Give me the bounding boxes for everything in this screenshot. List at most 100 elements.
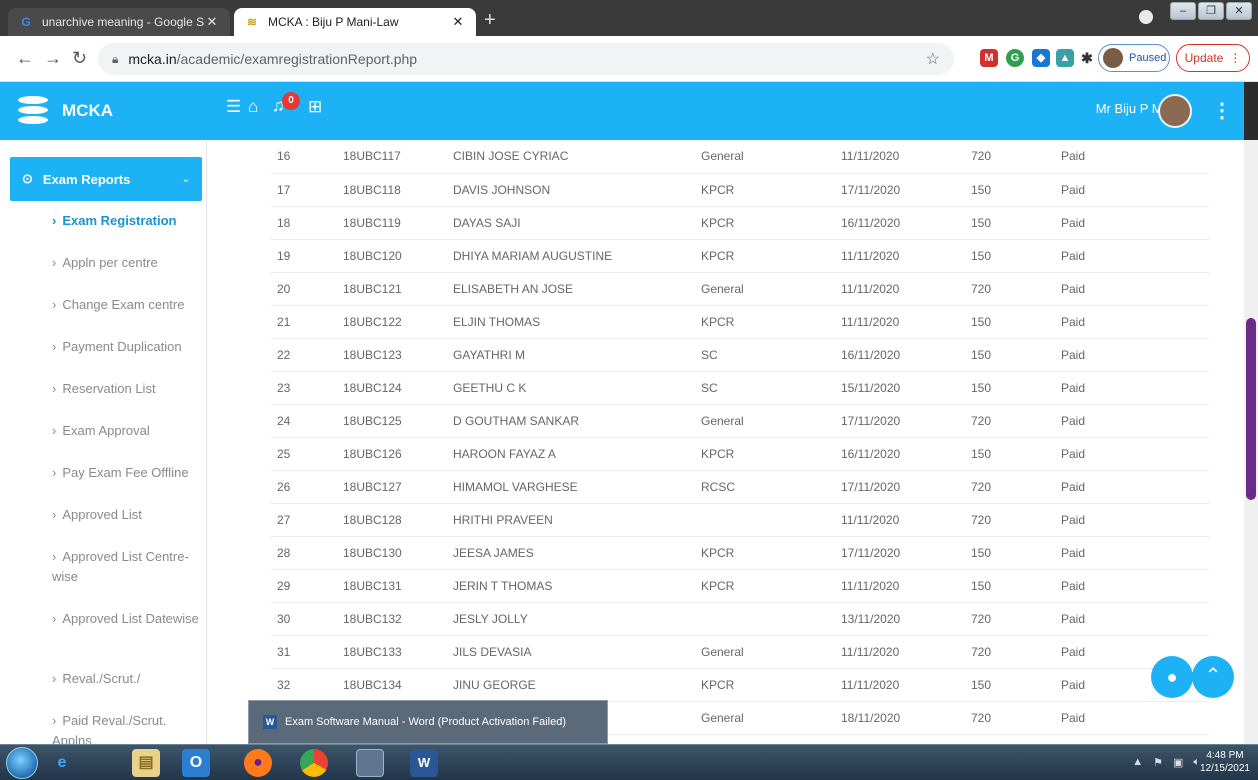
payment-status: Paid: [1061, 371, 1209, 405]
minimize-button[interactable]: –: [1170, 2, 1196, 20]
student-name: D GOUTHAM SANKAR: [453, 404, 701, 438]
maximize-button[interactable]: ❐: [1198, 2, 1224, 20]
payment-date: 11/11/2020: [841, 635, 971, 669]
firefox-icon[interactable]: ●: [244, 749, 272, 777]
payment-status: Paid: [1061, 437, 1209, 471]
more-vert-icon[interactable]: ⋮: [1212, 98, 1232, 123]
tab-google-search[interactable]: G unarchive meaning - Google Sea ✕: [8, 8, 230, 36]
new-tab-button[interactable]: +: [484, 10, 496, 30]
payment-date: 11/11/2020: [841, 239, 971, 273]
forward-arrow-icon[interactable]: →: [44, 49, 62, 67]
chat-icon[interactable]: ●: [1151, 656, 1193, 698]
page-scrollbar[interactable]: [1244, 140, 1258, 744]
chevron-right-icon: ›: [52, 611, 57, 626]
word-taskbar-icon[interactable]: W: [410, 749, 438, 777]
file-explorer-icon[interactable]: ▤: [132, 749, 160, 777]
extension-grammarly-icon[interactable]: G: [1006, 49, 1024, 67]
sidebar-item-paid-reval-scrut[interactable]: › Paid Reval./Scrut. Applns: [52, 711, 202, 744]
sidebar-item-exam-registration[interactable]: › Exam Registration: [52, 211, 202, 231]
user-avatar[interactable]: [1158, 94, 1192, 128]
bookmark-star-icon[interactable]: ☆: [926, 49, 940, 69]
student-name: JINU GEORGE: [453, 668, 701, 702]
tray-flag-icon[interactable]: ⚑: [1153, 756, 1163, 769]
browser-toolbar: ← → ↻ 🔒︎ mcka.in/academic/examregistrati…: [0, 36, 1258, 82]
register-number: 18UBC121: [343, 272, 453, 306]
fee-amount: 150: [971, 338, 1061, 372]
sidebar-item-label: Change Exam centre: [62, 297, 185, 312]
sidebar-item-pay-exam-fee-offline[interactable]: › Pay Exam Fee Offline: [52, 463, 202, 483]
sidebar-item-label: Paid Reval./Scrut. Applns: [52, 713, 167, 744]
fee-amount: 720: [971, 272, 1061, 306]
extension-drive-icon[interactable]: ▲: [1056, 49, 1074, 67]
fee-amount: 150: [971, 569, 1061, 603]
sidebar-section-exam-reports[interactable]: ⊙ Exam Reports ⌄: [10, 157, 202, 201]
close-tab-icon[interactable]: ✕: [450, 14, 466, 30]
chrome-active-icon[interactable]: [356, 749, 384, 777]
sidebar-item-approved-list-centre-wise[interactable]: › Approved List Centre-wise: [52, 547, 202, 587]
category: KPCR: [701, 437, 841, 471]
sidebar-item-label: Pay Exam Fee Offline: [62, 465, 189, 480]
outlook-icon[interactable]: O: [182, 749, 210, 777]
registration-report: 16 18UBC117 CIBIN JOSE CYRIAC General 11/11/…: [207, 140, 1244, 744]
url-path: /academic/examregistrationReport.php: [176, 51, 418, 67]
sidebar-item-change-exam-centre[interactable]: › Change Exam centre: [52, 295, 202, 315]
payment-date: 17/11/2020: [841, 173, 971, 207]
category: General: [701, 701, 841, 735]
table-row: 24 18UBC125 D GOUTHAM SANKAR General 17/11/2…: [271, 404, 1209, 438]
address-bar[interactable]: 🔒︎ mcka.in/academic/examregistrationRepo…: [98, 43, 954, 75]
sidebar-item-approved-list-datewise[interactable]: › Approved List Datewise: [52, 609, 202, 629]
tray-network-icon[interactable]: ▣: [1173, 756, 1183, 769]
scroll-to-top-button[interactable]: ⌃: [1192, 656, 1234, 698]
apps-grid-icon[interactable]: ⊞: [308, 98, 322, 116]
menu-list-icon[interactable]: ☰: [226, 98, 241, 116]
sidebar-item-payment-duplication[interactable]: › Payment Duplication: [52, 337, 202, 357]
sidebar-item-appln-per-centre[interactable]: › Appln per centre: [52, 253, 202, 273]
sidebar-item-reservation-list[interactable]: › Reservation List: [52, 379, 202, 399]
sidebar-item-approved-list[interactable]: › Approved List: [52, 505, 202, 525]
profile-paused-chip[interactable]: Paused: [1098, 44, 1170, 72]
student-name: DHIYA MARIAM AUGUSTINE: [453, 239, 701, 273]
chrome-icon[interactable]: [300, 749, 328, 777]
system-clock[interactable]: 4:48 PM 12/15/2021: [1200, 749, 1250, 775]
system-tray: ▲ ⚑ ▣ 🔈︎: [1132, 756, 1200, 769]
tab-mcka[interactable]: ≋ MCKA : Biju P Mani-Law ✕: [234, 8, 476, 36]
scrollbar-thumb[interactable]: [1246, 318, 1256, 500]
payment-date: 17/11/2020: [841, 536, 971, 570]
profile-dot-icon[interactable]: [1139, 10, 1153, 24]
fee-amount: 150: [971, 206, 1061, 240]
student-name: ELISABETH AN JOSE: [453, 272, 701, 306]
student-name: CIBIN JOSE CYRIAC: [453, 140, 701, 174]
home-icon[interactable]: ⌂: [248, 98, 258, 116]
internet-explorer-icon[interactable]: e: [48, 749, 76, 777]
extensions-puzzle-icon[interactable]: ✱: [1078, 49, 1096, 67]
close-tab-icon[interactable]: ✕: [204, 14, 220, 30]
register-number: 18UBC126: [343, 437, 453, 471]
sidebar-item-exam-approval[interactable]: › Exam Approval: [52, 421, 202, 441]
extension-m-icon[interactable]: M: [980, 49, 998, 67]
brand[interactable]: MCKA: [18, 92, 113, 130]
chevron-right-icon: ›: [52, 549, 57, 564]
tray-arrow-icon[interactable]: ▲: [1132, 756, 1143, 769]
register-number: 18UBC120: [343, 239, 453, 273]
payment-date: 11/11/2020: [841, 272, 971, 306]
update-button[interactable]: Update ⋮: [1176, 44, 1250, 72]
extension-graduation-icon[interactable]: ◆: [1032, 49, 1050, 67]
table-row: 26 18UBC127 HIMAMOL VARGHESE RCSC 17/11/2020…: [271, 470, 1209, 504]
payment-date: 13/11/2020: [841, 602, 971, 636]
payment-status: Paid: [1061, 338, 1209, 372]
register-number: 18UBC117: [343, 140, 453, 174]
row-number: 26: [271, 470, 343, 504]
reload-icon[interactable]: ↻: [72, 49, 87, 67]
student-name: JILS DEVASIA: [453, 635, 701, 669]
register-number: 18UBC127: [343, 470, 453, 504]
payment-status: Paid: [1061, 569, 1209, 603]
close-window-button[interactable]: ✕: [1226, 2, 1252, 20]
taskbar-window-preview[interactable]: W Exam Software Manual - Word (Product A…: [248, 700, 608, 744]
row-number: 22: [271, 338, 343, 372]
row-number: 18: [271, 206, 343, 240]
sidebar-item-reval-scrut[interactable]: › Reval./Scrut./: [52, 669, 202, 689]
row-number: 24: [271, 404, 343, 438]
start-button[interactable]: [6, 747, 38, 779]
back-arrow-icon[interactable]: ←: [16, 49, 34, 67]
table-row: 32 18UBC134 JINU GEORGE KPCR 11/11/2020 150 Pa…: [271, 668, 1209, 702]
